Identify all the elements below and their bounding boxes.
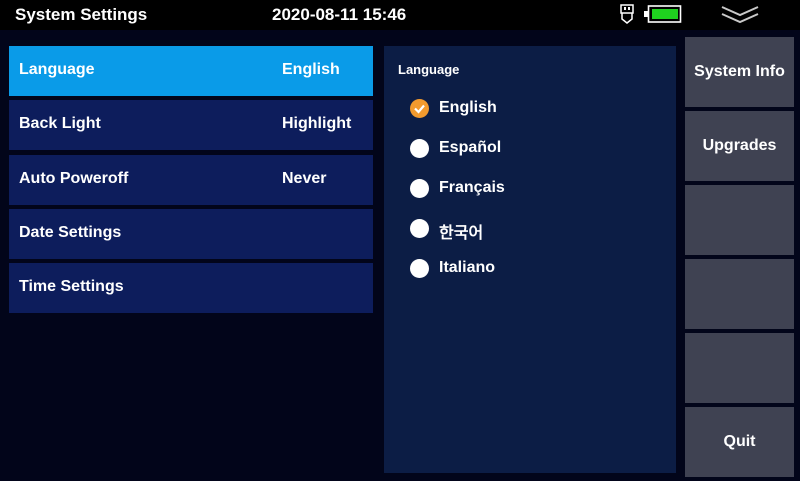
title-bar: System Settings 2020-08-11 15:46 <box>0 0 800 30</box>
system-info-button[interactable]: System Info <box>685 37 794 107</box>
menu-item-label: Back Light <box>19 115 101 132</box>
radio-icon[interactable] <box>410 179 429 198</box>
language-option-english[interactable]: English <box>408 96 648 122</box>
menu-item-back-light[interactable]: Back Light Highlight <box>9 100 373 150</box>
upgrades-button-label: Upgrades <box>702 137 777 154</box>
language-option-espanol[interactable]: Español <box>408 136 648 162</box>
menu-item-language[interactable]: Language English <box>9 46 373 96</box>
radio-icon[interactable] <box>410 139 429 158</box>
menu-item-value: Never <box>282 170 327 187</box>
language-option-label: 한국어 <box>439 225 484 242</box>
language-option-italiano[interactable]: Italiano <box>408 256 648 282</box>
system-info-button-label: System Info <box>694 63 785 80</box>
radio-icon[interactable] <box>410 219 429 238</box>
menu-item-time-settings[interactable]: Time Settings <box>9 263 373 313</box>
language-option-label: Español <box>439 139 502 156</box>
menu-item-value: Highlight <box>282 115 352 132</box>
battery-icon <box>644 5 682 23</box>
language-option-francais[interactable]: Français <box>408 176 648 202</box>
radio-checked-icon[interactable] <box>410 99 429 118</box>
radio-icon[interactable] <box>410 259 429 278</box>
datetime-display: 2020-08-11 15:46 <box>272 5 407 24</box>
language-panel-title: Language <box>398 62 460 77</box>
quit-button[interactable]: Quit <box>685 407 794 477</box>
side-button-empty-3[interactable] <box>685 333 794 403</box>
language-panel: Language English Español Français 한국어 It… <box>384 46 676 473</box>
usb-icon <box>620 4 634 24</box>
upgrades-button[interactable]: Upgrades <box>685 111 794 181</box>
menu-item-label: Date Settings <box>19 224 122 241</box>
menu-item-value: English <box>282 61 340 78</box>
side-button-empty-2[interactable] <box>685 259 794 329</box>
language-option-label: Italiano <box>439 259 496 276</box>
language-option-label: Français <box>439 179 505 196</box>
app-title: System Settings <box>15 5 148 24</box>
menu-item-date-settings[interactable]: Date Settings <box>9 209 373 259</box>
quit-button-label: Quit <box>723 433 756 450</box>
menu-item-label: Auto Poweroff <box>19 170 129 187</box>
menu-item-label: Language <box>19 61 95 78</box>
side-button-empty-1[interactable] <box>685 185 794 255</box>
menu-item-label: Time Settings <box>19 278 124 295</box>
menu-item-auto-poweroff[interactable]: Auto Poweroff Never <box>9 155 373 205</box>
language-option-label: English <box>439 99 497 116</box>
collapse-chevron-icon[interactable] <box>718 3 762 27</box>
language-option-korean[interactable]: 한국어 <box>408 216 648 242</box>
